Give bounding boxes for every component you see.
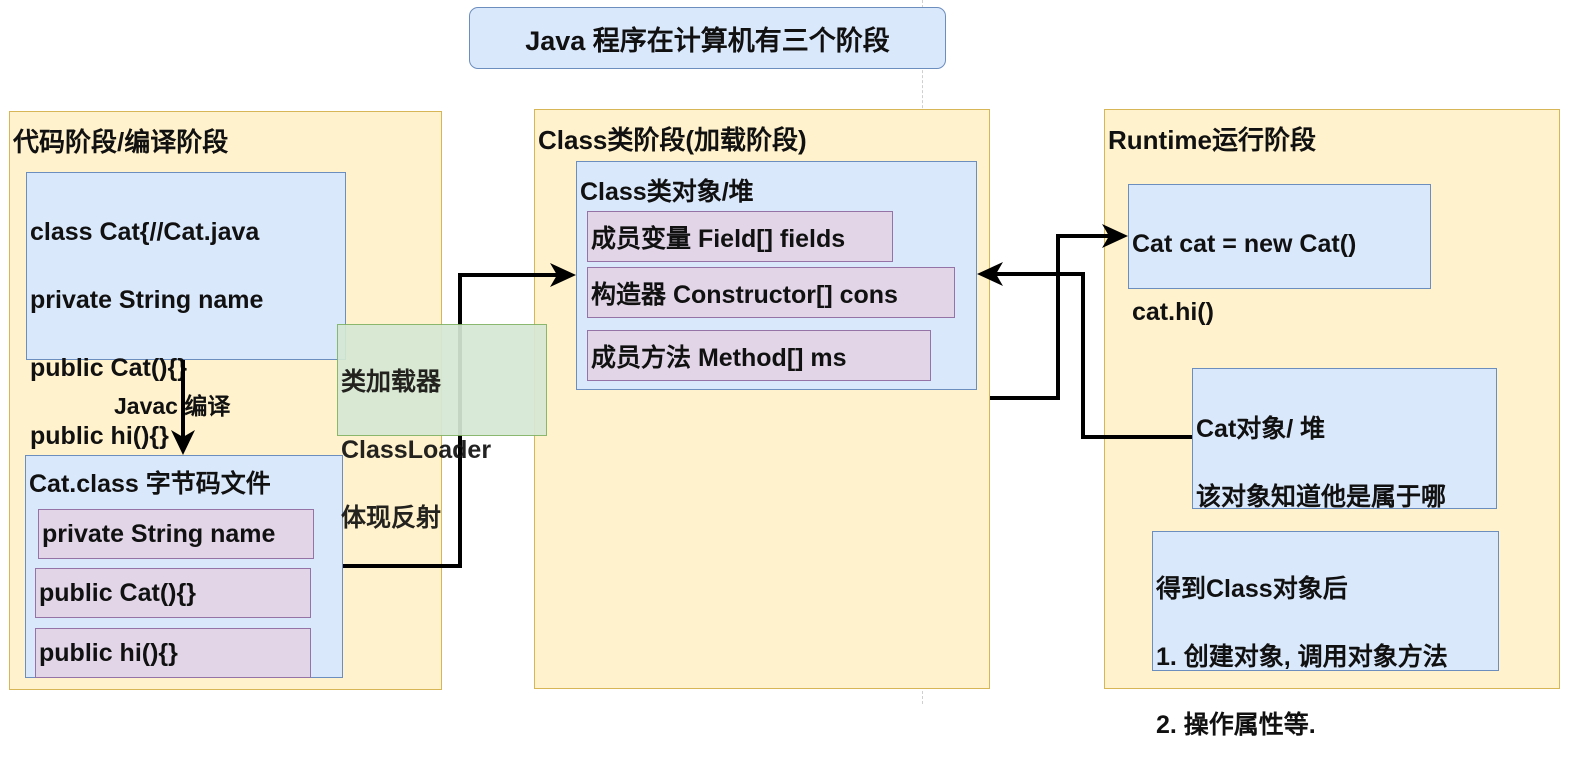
source-line: public Cat(){} [30,354,187,382]
bytecode-member: public Cat(){} [35,568,311,618]
stage-class-title: Class类阶段(加载阶段) [538,125,807,155]
source-line: public hi(){} [30,422,169,450]
class-member-methods: 成员方法 Method[] ms [587,330,931,381]
runtime-code-line: Cat cat = new Cat() [1132,230,1357,258]
bytecode-member-text: public Cat(){} [39,578,196,607]
source-code-box: class Cat{//Cat.java private String name… [26,172,346,518]
bytecode-member-text: private String name [42,519,276,548]
classloader-box: 类加载器 ClassLoader 体现反射 [337,324,547,532]
bytecode-member-text: public hi(){} [39,638,178,667]
usage-note-line: 2. 操作属性等. [1156,711,1316,739]
compile-label: Javac 编译 [114,393,231,419]
class-member-fields: 成员变量 Field[] fields [587,211,893,262]
usage-note-line: 得到Class对象后 [1156,575,1348,603]
cat-object-line: Cat对象/ 堆 [1196,415,1326,443]
class-object-title: Class类对象/堆 [580,178,754,206]
classloader-line: 类加载器 [341,368,442,396]
class-member-constructors: 构造器 Constructor[] cons [587,267,955,318]
bytecode-member: public hi(){} [35,628,311,678]
diagram-title-text: Java 程序在计算机有三个阶段 [525,25,890,56]
source-line: private String name [30,286,264,314]
stage-runtime-title: Runtime运行阶段 [1108,125,1317,155]
cat-object-box: Cat对象/ 堆 该对象知道他是属于哪 个Class对象 [1192,368,1497,579]
class-member-text: 构造器 Constructor[] cons [591,280,898,309]
class-member-text: 成员变量 Field[] fields [591,224,846,253]
source-line: class Cat{//Cat.java [30,218,260,246]
class-member-text: 成员方法 Method[] ms [591,343,847,372]
runtime-code-line: cat.hi() [1132,298,1214,326]
bytecode-title: Cat.class 字节码文件 [29,470,271,498]
bytecode-member: private String name [38,509,314,559]
classloader-line: 体现反射 [341,504,442,532]
usage-note-box: 得到Class对象后 1. 创建对象, 调用对象方法 2. 操作属性等. [1152,531,1499,739]
instantiate-arrow [990,234,1110,400]
stage-code-title: 代码阶段/编译阶段 [13,127,229,157]
classloader-line: ClassLoader [341,436,492,464]
usage-note-line: 1. 创建对象, 调用对象方法 [1156,643,1448,671]
cat-object-line: 该对象知道他是属于哪 [1196,483,1447,511]
diagram-title: Java 程序在计算机有三个阶段 [469,7,946,69]
runtime-code-box: Cat cat = new Cat() cat.hi() [1128,184,1431,326]
